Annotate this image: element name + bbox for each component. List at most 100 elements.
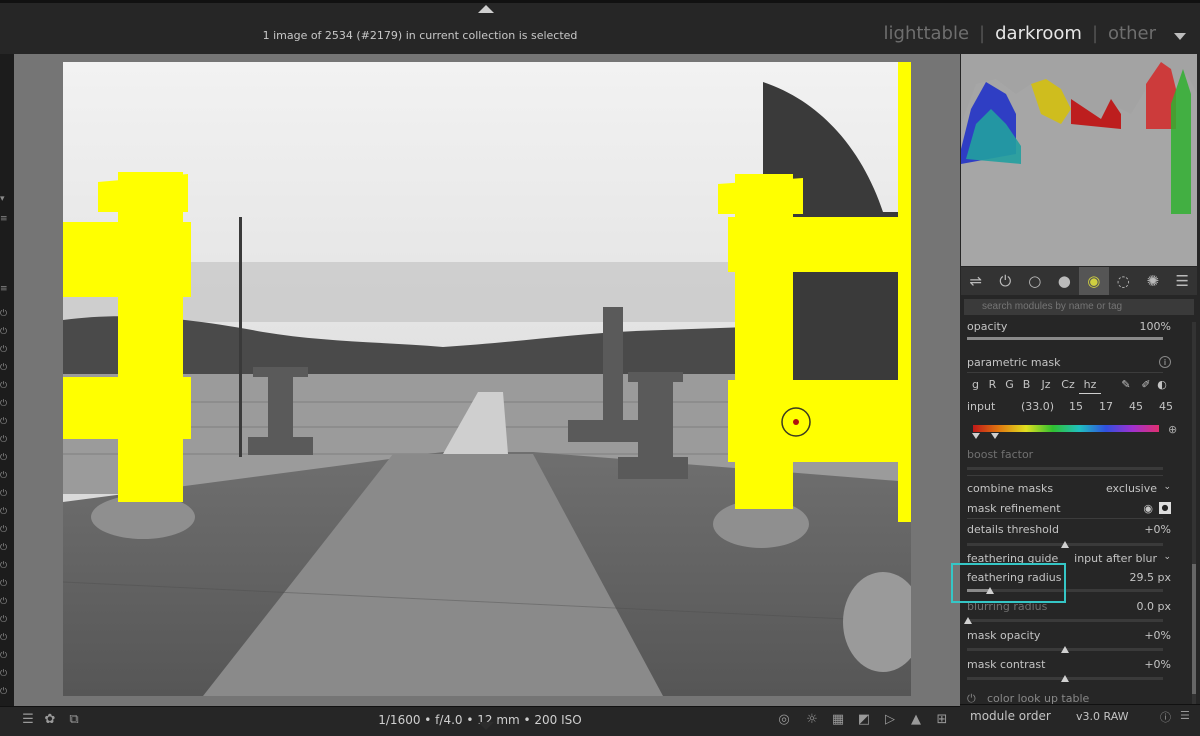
details-threshold-row[interactable]: details threshold +0% <box>967 523 1171 539</box>
opacity-slider[interactable] <box>967 337 1163 340</box>
info-icon[interactable]: ⓘ <box>1160 709 1171 725</box>
blurring-radius-value: 0.0 px <box>1136 600 1171 613</box>
clipping-icon[interactable]: ◩ <box>856 712 872 728</box>
menu-icon[interactable]: ≡ <box>0 214 10 224</box>
power-icon[interactable]: ⏻ <box>0 453 10 463</box>
view-darkroom[interactable]: darkroom <box>995 23 1082 44</box>
color-icon[interactable]: ◉ <box>1079 267 1109 295</box>
chevron-down-icon[interactable]: ⌄ <box>1163 482 1171 492</box>
power-icon[interactable]: ⏻ <box>0 327 10 337</box>
menu-icon[interactable]: ≡ <box>0 284 10 294</box>
info-icon[interactable]: i <box>1159 356 1171 368</box>
quick-access-icon[interactable]: ⇌ <box>961 267 991 295</box>
color-picker-area-icon[interactable]: ✐ <box>1137 378 1155 394</box>
effect-icon[interactable]: ✺ <box>1138 267 1168 295</box>
feathering-guide-value[interactable]: input after blur <box>1074 552 1157 565</box>
opacity-row[interactable]: opacity 100% <box>967 320 1171 336</box>
styles-icon[interactable]: ✿ <box>42 712 58 728</box>
module-group-tabs: ⇌ ⏻ ○ ● ◉ ◌ ✺ ☰ <box>961 267 1197 295</box>
eye-icon[interactable]: ◉ <box>1143 502 1153 515</box>
second-window-icon[interactable]: ⧉ <box>66 712 82 728</box>
blurring-radius-slider[interactable] <box>964 617 1163 624</box>
chevron-down-icon[interactable]: ⌄ <box>1163 552 1171 562</box>
collapse-bottom-panel-arrow[interactable] <box>478 722 494 730</box>
collapse-top-panel-arrow[interactable] <box>478 5 494 13</box>
menu-icon[interactable]: ☰ <box>20 712 36 728</box>
channel-tab-jz[interactable]: Jz <box>1035 378 1057 394</box>
divider <box>967 518 1163 519</box>
histogram[interactable] <box>961 54 1197 266</box>
power-icon[interactable]: ⏻ <box>0 687 10 697</box>
hue-gradient-slider[interactable] <box>973 425 1159 432</box>
menu-icon[interactable]: ☰ <box>1168 267 1198 295</box>
power-icon[interactable]: ⏻ <box>0 489 10 499</box>
channel-tab-g2[interactable]: G <box>1001 378 1018 394</box>
power-icon[interactable]: ⏻ <box>0 633 10 643</box>
power-icon[interactable]: ⏻ <box>0 615 10 625</box>
channel-tab-cz[interactable]: Cz <box>1057 378 1079 394</box>
mask-contrast-row[interactable]: mask contrast +0% <box>967 658 1171 674</box>
power-icon[interactable]: ⏻ <box>0 417 10 427</box>
power-icon[interactable]: ⏻ <box>0 345 10 355</box>
slider-marker[interactable] <box>1061 646 1069 653</box>
right-panel-footer: module order v3.0 RAW ⓘ ☰ <box>960 704 1200 736</box>
photo-preview[interactable] <box>63 62 911 696</box>
channel-tab-r[interactable]: R <box>984 378 1001 394</box>
range-marker[interactable] <box>972 433 980 439</box>
power-icon[interactable]: ⏻ <box>0 399 10 409</box>
boost-factor-slider[interactable] <box>967 467 1163 470</box>
input-picked-value: (33.0) <box>1021 400 1055 413</box>
mask-display-icon[interactable]: ● <box>1159 502 1171 514</box>
color-picker-icon[interactable]: ✎ <box>1115 378 1137 394</box>
correct-icon[interactable]: ◌ <box>1109 267 1139 295</box>
range-marker[interactable] <box>991 433 999 439</box>
power-icon[interactable]: ⏻ <box>0 525 10 535</box>
image-canvas[interactable] <box>14 54 960 706</box>
focus-peaking-icon[interactable]: ◎ <box>776 712 792 728</box>
power-icon[interactable]: ⏻ <box>0 597 10 607</box>
circle-icon[interactable]: ○ <box>1020 267 1050 295</box>
guides-icon[interactable]: ⊞ <box>934 712 950 728</box>
combine-masks-value[interactable]: exclusive <box>1106 482 1157 495</box>
power-icon[interactable]: ⏻ <box>0 471 10 481</box>
views-dropdown-icon[interactable] <box>1174 33 1186 40</box>
slider-marker[interactable] <box>1061 675 1069 682</box>
mask-opacity-slider[interactable] <box>967 646 1163 653</box>
power-icon[interactable]: ⏻ <box>991 267 1021 295</box>
gamut-check-icon[interactable]: ▲ <box>908 712 924 728</box>
channel-tab-g[interactable]: g <box>967 378 984 394</box>
expand-arrow-icon[interactable]: ▾ <box>0 194 10 204</box>
view-other[interactable]: other <box>1108 23 1156 44</box>
menu-icon[interactable]: ☰ <box>1180 709 1190 722</box>
boost-factor-row[interactable]: boost factor <box>967 448 1171 464</box>
bulb-icon[interactable]: ☼ <box>804 712 820 728</box>
invert-polarity-icon[interactable]: ◐ <box>1155 378 1169 394</box>
combine-masks-row[interactable]: combine masks exclusive ⌄ <box>967 482 1171 498</box>
softproof-icon[interactable]: ▷ <box>882 712 898 728</box>
module-order-value[interactable]: v3.0 RAW <box>1076 710 1129 723</box>
channel-tab-hz[interactable]: hz <box>1079 378 1101 394</box>
power-icon[interactable]: ⏻ <box>0 579 10 589</box>
add-icon[interactable]: ⊕ <box>1168 423 1177 436</box>
mask-contrast-slider[interactable] <box>967 675 1163 682</box>
power-icon[interactable]: ⏻ <box>0 309 10 319</box>
channel-tab-b[interactable]: B <box>1018 378 1035 394</box>
power-icon[interactable]: ⏻ <box>0 561 10 571</box>
raw-overexposure-icon[interactable]: ▦ <box>830 712 846 728</box>
mask-opacity-row[interactable]: mask opacity +0% <box>967 629 1171 645</box>
scrollbar-thumb[interactable] <box>1192 564 1196 694</box>
power-icon[interactable]: ⏻ <box>0 435 10 445</box>
details-threshold-slider[interactable] <box>967 541 1163 548</box>
power-icon[interactable]: ⏻ <box>0 381 10 391</box>
power-icon[interactable]: ⏻ <box>0 363 10 373</box>
slider-marker[interactable] <box>964 617 972 624</box>
combine-masks-label: combine masks <box>967 482 1054 495</box>
power-icon[interactable]: ⏻ <box>0 507 10 517</box>
tone-icon[interactable]: ● <box>1050 267 1080 295</box>
view-lighttable[interactable]: lighttable <box>884 23 969 44</box>
power-icon[interactable]: ⏻ <box>0 651 10 661</box>
slider-marker[interactable] <box>1061 541 1069 548</box>
power-icon[interactable]: ⏻ <box>0 669 10 679</box>
power-icon[interactable]: ⏻ <box>0 543 10 553</box>
search-input[interactable] <box>964 299 1194 315</box>
